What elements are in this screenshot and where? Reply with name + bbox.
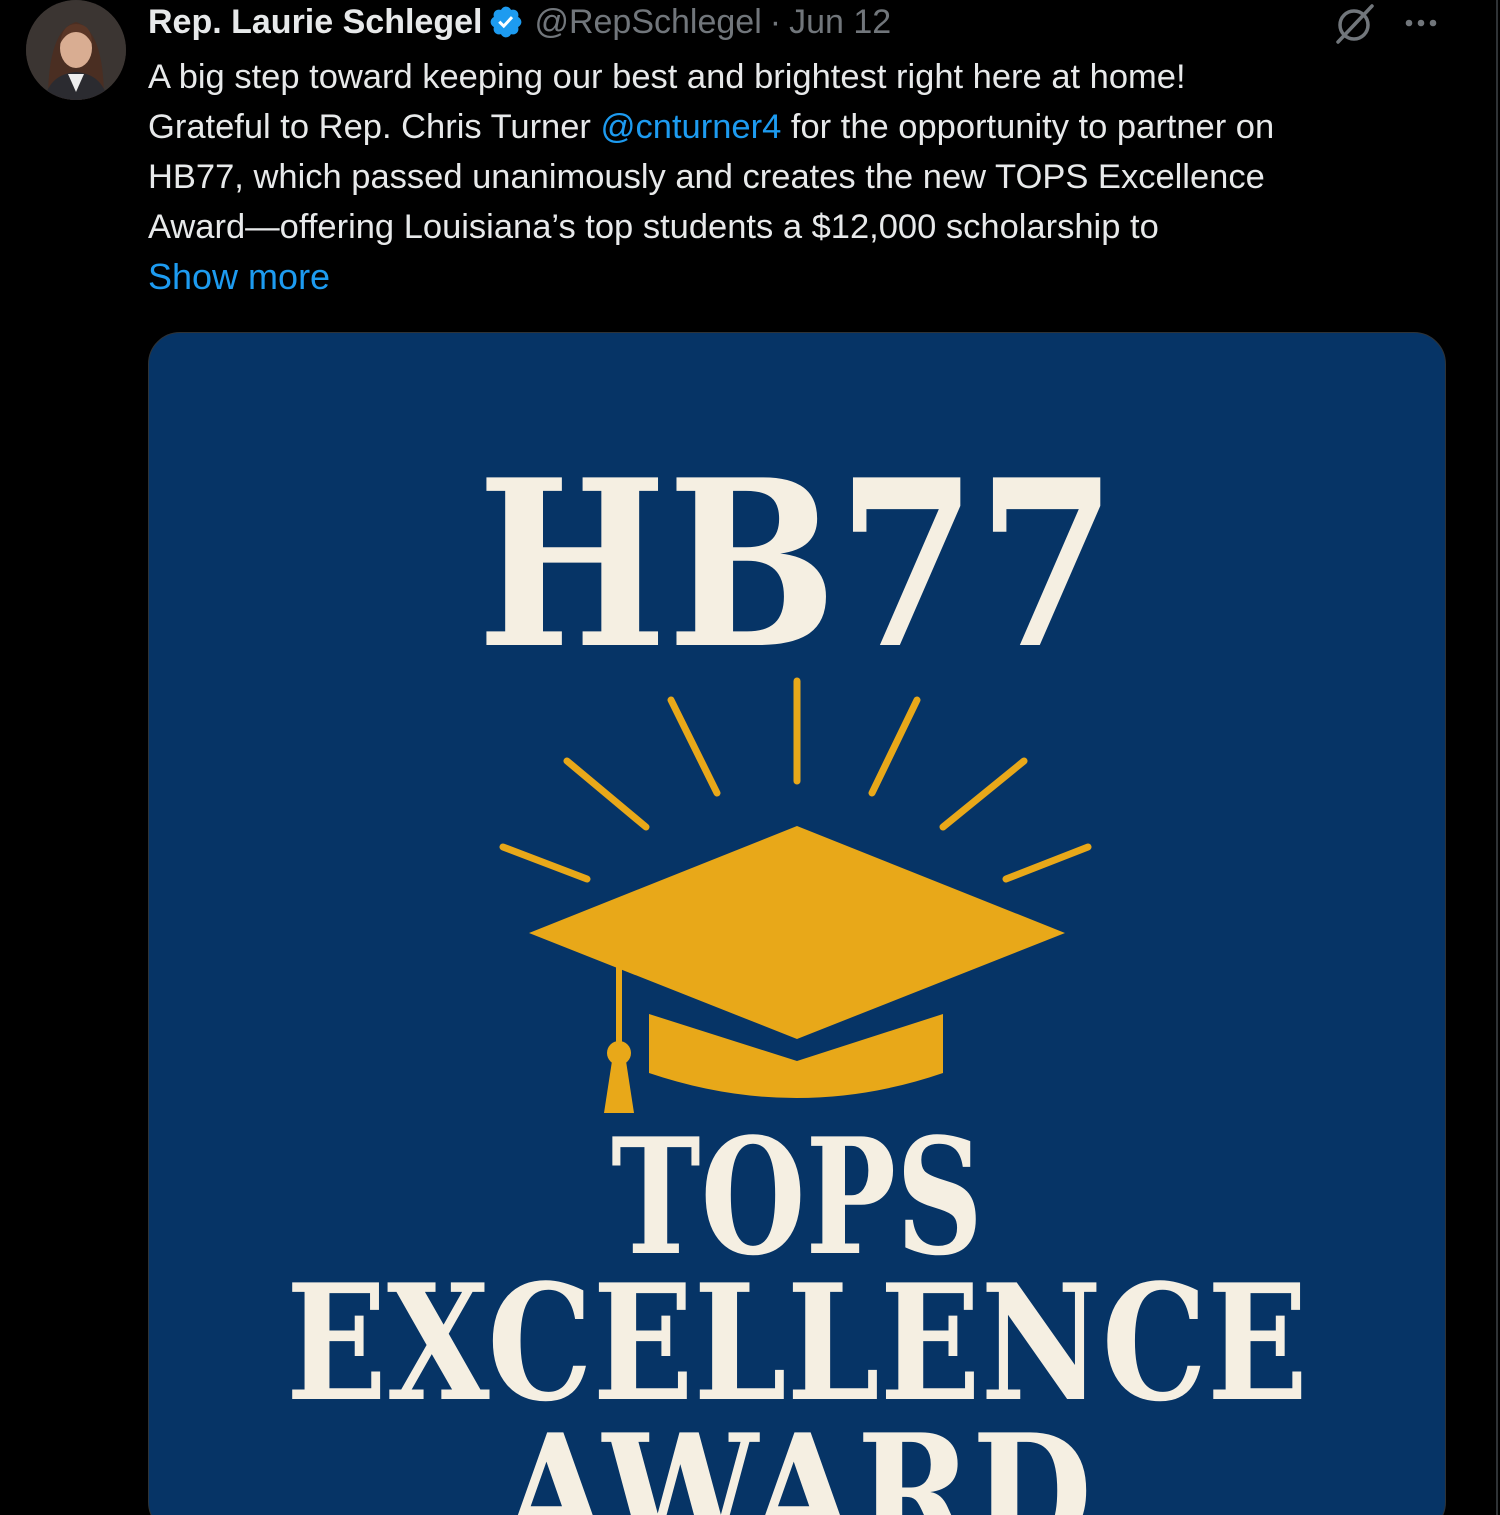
poster-headline: HB77 — [477, 430, 1117, 700]
poster-line-award: AWARD — [500, 1399, 1092, 1515]
more-options-icon[interactable] — [1400, 8, 1442, 38]
tweet-date[interactable]: Jun 12 — [789, 3, 891, 42]
show-more-link[interactable]: Show more — [148, 252, 330, 302]
verified-badge-icon[interactable] — [488, 4, 524, 40]
tweet-header: Rep. Laurie Schlegel @RepSchlegel · Jun … — [148, 2, 891, 42]
tweet-media-image[interactable]: HB77 TOPS EXCELLENCE AWARD — [148, 332, 1446, 1515]
graduation-cap-icon — [499, 677, 1092, 1113]
tweet-text-line: Grateful to Rep. Chris Turner @cnturner4… — [148, 102, 1448, 152]
mention-link[interactable]: @cnturner4 — [601, 108, 782, 146]
tweet-text-line: HB77, which passed unanimously and creat… — [148, 158, 1265, 196]
grok-icon[interactable] — [1330, 0, 1378, 48]
tweet-text-line: Award—offering Louisiana’s top students … — [148, 208, 1159, 246]
tweet-text-segment: Grateful to Rep. Chris Turner — [148, 108, 601, 146]
tweet-text: A big step toward keeping our best and b… — [148, 52, 1448, 252]
tweet-text-line: A big step toward keeping our best and b… — [148, 58, 1186, 96]
header-separator: · — [769, 2, 782, 41]
display-name[interactable]: Rep. Laurie Schlegel — [148, 3, 482, 42]
timeline-divider — [1496, 0, 1498, 1515]
user-handle[interactable]: @RepSchlegel — [534, 3, 761, 42]
avatar[interactable] — [26, 0, 126, 100]
tweet-text-segment: for the opportunity to partner on — [781, 108, 1275, 146]
avatar-photo — [26, 0, 126, 100]
